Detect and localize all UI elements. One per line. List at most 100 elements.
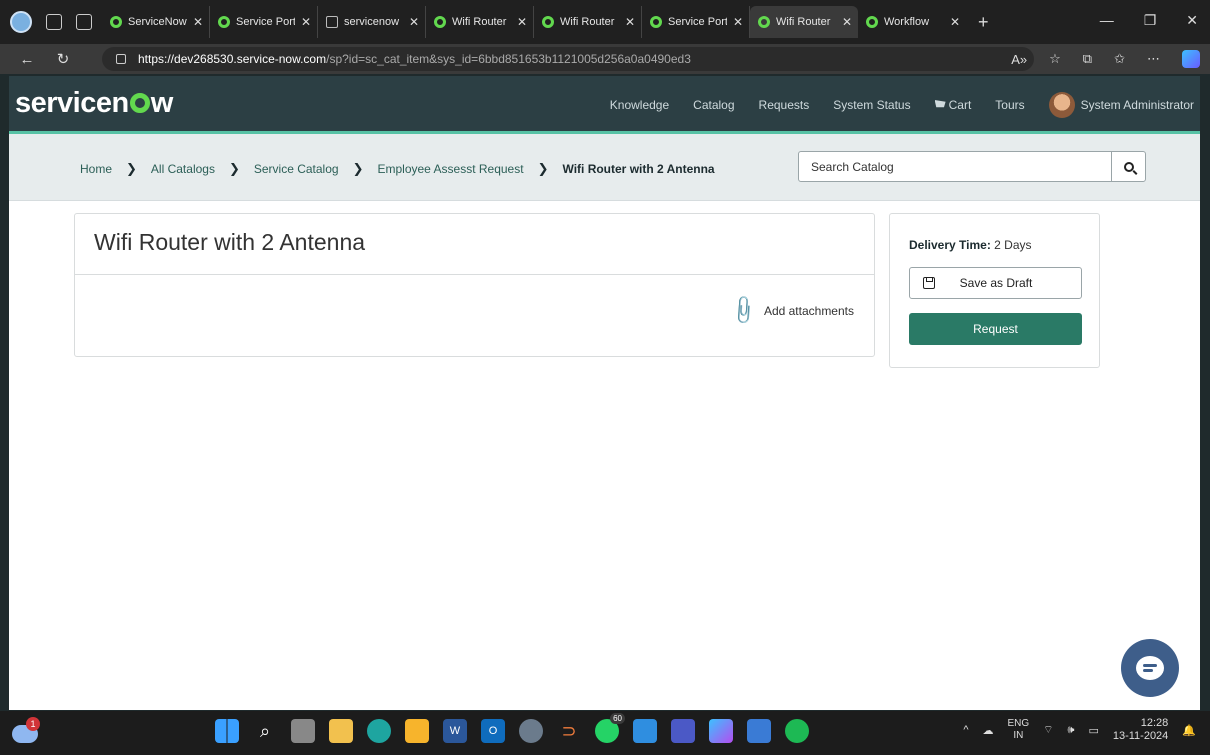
browser-tab-active[interactable]: Wifi Router ✕ (750, 6, 858, 38)
page-content: servicen w Knowledge Catalog Requests Sys… (9, 76, 1200, 710)
close-tab-icon[interactable]: ✕ (409, 15, 419, 29)
task-view-icon[interactable] (291, 719, 315, 743)
search-button[interactable] (1111, 152, 1145, 181)
delivery-time: Delivery Time: 2 Days (909, 238, 1032, 252)
save-as-draft-button[interactable]: Save as Draft (909, 267, 1082, 299)
nav-catalog[interactable]: Catalog (693, 98, 734, 112)
outlook-icon[interactable]: O (481, 719, 505, 743)
browser-tab[interactable]: Service Portal✕ (210, 6, 318, 38)
language-indicator[interactable]: ENG IN (1007, 718, 1029, 742)
whatsapp-icon[interactable]: 60 (595, 713, 625, 743)
floppy-disk-icon (923, 277, 935, 289)
cart-icon (934, 100, 946, 108)
favorites-icon[interactable]: ✩ (1114, 51, 1125, 67)
more-icon[interactable]: ⋯ (1147, 51, 1160, 67)
chevron-right-icon: ❯ (352, 161, 364, 176)
taskbar: 1 ⌕ W O ⊃ 60 ^ ☁ ENG IN ⌔ 🕪 ▭ 12:28 13-1… (0, 711, 1210, 755)
start-icon[interactable] (215, 719, 239, 743)
search-input[interactable] (799, 152, 1111, 181)
close-window-icon[interactable]: ✕ (1186, 12, 1198, 29)
battery-icon[interactable]: ▭ (1088, 724, 1098, 737)
breadcrumb-all-catalogs[interactable]: All Catalogs (151, 162, 215, 176)
document-favicon-icon (326, 16, 338, 28)
chat-button[interactable] (1121, 639, 1179, 697)
close-tab-icon[interactable]: ✕ (301, 15, 311, 29)
breadcrumb-bar: Home ❯ All Catalogs ❯ Service Catalog ❯ … (9, 134, 1200, 201)
copilot-app-icon[interactable] (709, 719, 733, 743)
browser-tab[interactable]: Wifi Router ✕ (426, 6, 534, 38)
volume-icon[interactable]: 🕪 (1068, 724, 1075, 737)
nav-tours[interactable]: Tours (995, 98, 1024, 112)
chat-icon (1136, 656, 1164, 680)
notification-bell-icon[interactable]: 🔔 (1182, 724, 1196, 737)
top-nav: Knowledge Catalog Requests System Status… (610, 76, 1200, 134)
whatsapp-badge: 60 (610, 713, 625, 724)
tab-actions-icon[interactable] (76, 14, 92, 30)
clock[interactable]: 12:28 13-11-2024 (1113, 717, 1168, 743)
onedrive-icon[interactable]: ☁ (982, 724, 993, 737)
request-button[interactable]: Request (909, 313, 1082, 345)
nav-cart[interactable]: Cart (934, 98, 971, 112)
close-tab-icon[interactable]: ✕ (517, 15, 527, 29)
teams-icon[interactable] (671, 719, 695, 743)
workspaces-icon[interactable] (46, 14, 62, 30)
address-bar-row: ← ↻ https://dev268530.service-now.com/sp… (0, 44, 1210, 74)
nav-system-status[interactable]: System Status (833, 98, 910, 112)
servicenow-favicon-icon (866, 16, 878, 28)
wifi-icon[interactable]: ⌔ (1043, 723, 1053, 737)
settings-icon[interactable] (519, 719, 543, 743)
photos-icon[interactable] (747, 719, 771, 743)
close-tab-icon[interactable]: ✕ (950, 15, 960, 29)
extensions-icon[interactable]: ⧉ (1083, 51, 1092, 67)
chevron-right-icon: ❯ (537, 161, 549, 176)
browser-tab[interactable]: ServiceNow ✕ (102, 6, 210, 38)
arc-icon[interactable]: ⊃ (557, 719, 581, 743)
store-icon[interactable] (405, 719, 429, 743)
profile-icon[interactable] (10, 11, 32, 33)
url-field[interactable]: https://dev268530.service-now.com/sp?id=… (102, 47, 1034, 71)
chevron-up-icon[interactable]: ^ (963, 724, 968, 736)
close-tab-icon[interactable]: ✕ (625, 15, 635, 29)
copilot-icon[interactable] (1182, 50, 1200, 68)
nav-requests[interactable]: Requests (759, 98, 810, 112)
edge-icon[interactable] (367, 719, 391, 743)
nav-knowledge[interactable]: Knowledge (610, 98, 669, 112)
vscode-icon[interactable] (633, 719, 657, 743)
servicenow-favicon-icon (542, 16, 554, 28)
favorite-star-icon[interactable]: ☆ (1049, 51, 1061, 67)
chevron-right-icon: ❯ (126, 161, 137, 176)
refresh-icon[interactable]: ↻ (54, 50, 72, 68)
breadcrumb-employee-request[interactable]: Employee Assesst Request (377, 162, 523, 176)
servicenow-logo[interactable]: servicen w (15, 87, 173, 120)
weather-widget[interactable]: 1 (12, 717, 40, 747)
servicenow-favicon-icon (110, 16, 122, 28)
breadcrumb: Home ❯ All Catalogs ❯ Service Catalog ❯ … (80, 161, 715, 177)
minimize-icon[interactable]: — (1100, 12, 1114, 29)
system-tray: ^ ☁ ENG IN ⌔ 🕪 ▭ 12:28 13-11-2024 🔔 (963, 717, 1196, 743)
browser-tab[interactable]: Wifi Router ✕ (534, 6, 642, 38)
notification-badge: 1 (26, 717, 40, 731)
new-tab-icon[interactable]: + (978, 12, 989, 33)
logo-o-icon (129, 93, 150, 113)
close-tab-icon[interactable]: ✕ (193, 15, 203, 29)
word-icon[interactable]: W (443, 719, 467, 743)
add-attachments-link[interactable]: 📎 Add attachments (727, 294, 854, 327)
search-icon[interactable]: ⌕ (253, 719, 277, 743)
breadcrumb-home[interactable]: Home (80, 162, 112, 176)
browser-tab[interactable]: servicenow ✕ (318, 6, 426, 38)
back-icon[interactable]: ← (18, 51, 36, 68)
user-menu[interactable]: System Administrator (1048, 92, 1194, 118)
servicenow-favicon-icon (650, 16, 662, 28)
chevron-right-icon: ❯ (228, 161, 240, 176)
spotify-icon[interactable] (785, 719, 809, 743)
search-catalog (798, 151, 1146, 182)
close-tab-icon[interactable]: ✕ (733, 15, 743, 29)
restore-icon[interactable]: ❐ (1144, 12, 1157, 29)
read-aloud-icon[interactable]: A» (1011, 52, 1027, 67)
servicenow-favicon-icon (218, 16, 230, 28)
file-explorer-icon[interactable] (329, 719, 353, 743)
browser-tab[interactable]: Service Portal✕ (642, 6, 750, 38)
browser-tab[interactable]: Workflow ✕ (858, 6, 966, 38)
breadcrumb-service-catalog[interactable]: Service Catalog (254, 162, 339, 176)
close-tab-icon[interactable]: ✕ (842, 15, 852, 29)
